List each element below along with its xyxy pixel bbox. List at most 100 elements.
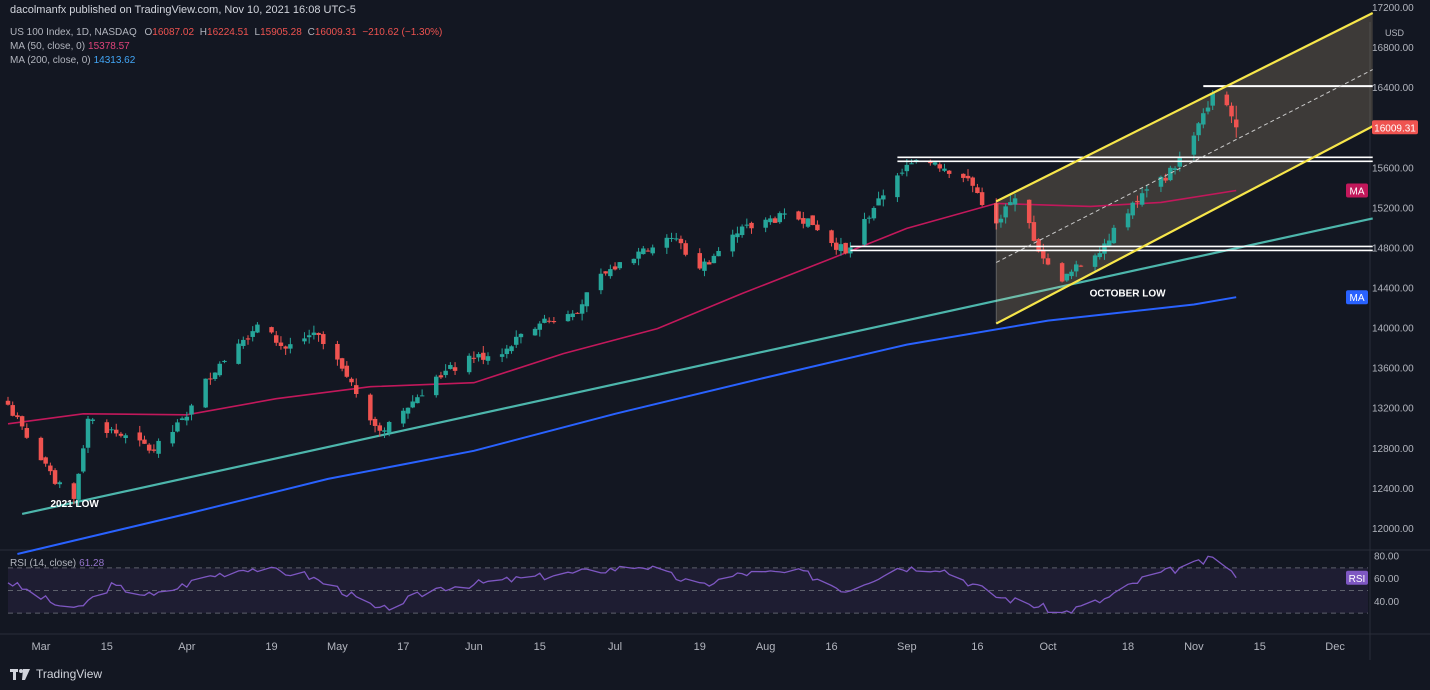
candle bbox=[151, 444, 157, 453]
candle bbox=[302, 332, 307, 345]
candle bbox=[551, 317, 557, 324]
candle-body bbox=[965, 175, 971, 179]
candle-body bbox=[946, 170, 952, 174]
time-tick-label: 19 bbox=[265, 641, 277, 653]
price-tick-label: 16800.00 bbox=[1372, 43, 1414, 54]
time-tick-label: Nov bbox=[1184, 641, 1204, 653]
candle-body bbox=[302, 338, 307, 342]
candle-body bbox=[641, 248, 646, 255]
candle-body bbox=[212, 372, 218, 379]
candle-body bbox=[735, 233, 740, 238]
candle-body bbox=[1069, 271, 1074, 277]
last-price-badge: 16009.31 bbox=[1374, 123, 1416, 134]
candle bbox=[772, 216, 778, 223]
candle-body bbox=[669, 237, 674, 239]
candle-body bbox=[142, 439, 147, 444]
time-tick-label: 15 bbox=[1254, 641, 1266, 653]
ma200-line bbox=[17, 296, 1237, 555]
candle-body bbox=[565, 314, 571, 322]
candle-body bbox=[546, 320, 552, 322]
candle-body bbox=[678, 238, 684, 244]
candle-body bbox=[575, 312, 580, 314]
candle-body bbox=[932, 162, 938, 165]
candle-body bbox=[443, 370, 448, 376]
candle bbox=[142, 435, 147, 444]
candle-body bbox=[617, 262, 622, 269]
candle bbox=[532, 327, 538, 336]
brand[interactable]: TradingView bbox=[10, 667, 102, 681]
candle-body bbox=[979, 192, 985, 205]
candle-body bbox=[434, 376, 439, 396]
candle-body bbox=[603, 271, 608, 274]
time-tick-label: 16 bbox=[971, 641, 983, 653]
candle-body bbox=[504, 348, 510, 355]
channel-fill bbox=[996, 13, 1373, 324]
candle-body bbox=[683, 243, 688, 255]
candle-body bbox=[15, 415, 20, 418]
candle bbox=[631, 258, 637, 265]
candle-body bbox=[1172, 168, 1178, 170]
candle-body bbox=[834, 242, 839, 250]
candle bbox=[344, 361, 350, 378]
candle-body bbox=[608, 269, 613, 277]
time-tick-label: Mar bbox=[31, 641, 50, 653]
candle-body bbox=[1163, 177, 1168, 181]
candle bbox=[598, 268, 604, 295]
candle bbox=[542, 314, 547, 324]
candle bbox=[579, 299, 585, 321]
candle-body bbox=[1074, 264, 1079, 272]
candle bbox=[90, 417, 95, 425]
candle-body bbox=[118, 433, 124, 436]
candle-body bbox=[452, 367, 458, 371]
time-tick-label: 17 bbox=[397, 641, 409, 653]
time-tick-label: 15 bbox=[534, 641, 546, 653]
candle-body bbox=[1224, 94, 1230, 106]
candle bbox=[805, 218, 811, 228]
candle bbox=[866, 215, 872, 224]
candle-body bbox=[499, 354, 505, 357]
candle bbox=[546, 317, 552, 324]
candle bbox=[476, 352, 481, 362]
candle-body bbox=[838, 244, 844, 252]
chart-svg[interactable]: USD 12000.00 12400.00 12800.00 13200.00 13600… bbox=[0, 0, 1430, 690]
candle bbox=[401, 407, 406, 428]
candle bbox=[895, 173, 900, 203]
candle-body bbox=[245, 338, 251, 340]
candle bbox=[146, 443, 152, 454]
candle-body bbox=[876, 198, 881, 206]
candle-body bbox=[481, 352, 486, 360]
candle bbox=[485, 352, 491, 365]
candle bbox=[575, 312, 580, 314]
candle-body bbox=[1135, 200, 1140, 203]
candle-body bbox=[937, 164, 942, 169]
candle bbox=[664, 234, 670, 254]
candle bbox=[212, 372, 218, 381]
candle-body bbox=[801, 218, 806, 224]
candle bbox=[744, 218, 750, 229]
candle-body bbox=[1234, 119, 1239, 128]
candle bbox=[801, 211, 806, 229]
candle bbox=[448, 362, 453, 370]
candle bbox=[612, 262, 618, 271]
time-tick-label: 19 bbox=[694, 641, 706, 653]
price-tick-label: 12800.00 bbox=[1372, 444, 1414, 455]
price-tick-label: 14400.00 bbox=[1372, 284, 1414, 295]
candle-body bbox=[1008, 202, 1013, 206]
candle bbox=[782, 208, 787, 220]
candle-body bbox=[1201, 113, 1206, 125]
price-tick-label: 12400.00 bbox=[1372, 484, 1414, 495]
candle bbox=[372, 416, 378, 433]
candle bbox=[283, 345, 288, 355]
price-tick-label: 16400.00 bbox=[1372, 83, 1414, 94]
candle bbox=[288, 337, 293, 354]
candle-body bbox=[862, 218, 867, 245]
candle bbox=[796, 210, 801, 221]
candle bbox=[81, 445, 86, 474]
candle bbox=[499, 348, 505, 363]
candle bbox=[636, 247, 641, 266]
candle-body bbox=[961, 173, 966, 178]
candle bbox=[650, 244, 655, 256]
candle bbox=[43, 456, 48, 467]
candle bbox=[85, 415, 91, 454]
candle bbox=[871, 206, 877, 221]
